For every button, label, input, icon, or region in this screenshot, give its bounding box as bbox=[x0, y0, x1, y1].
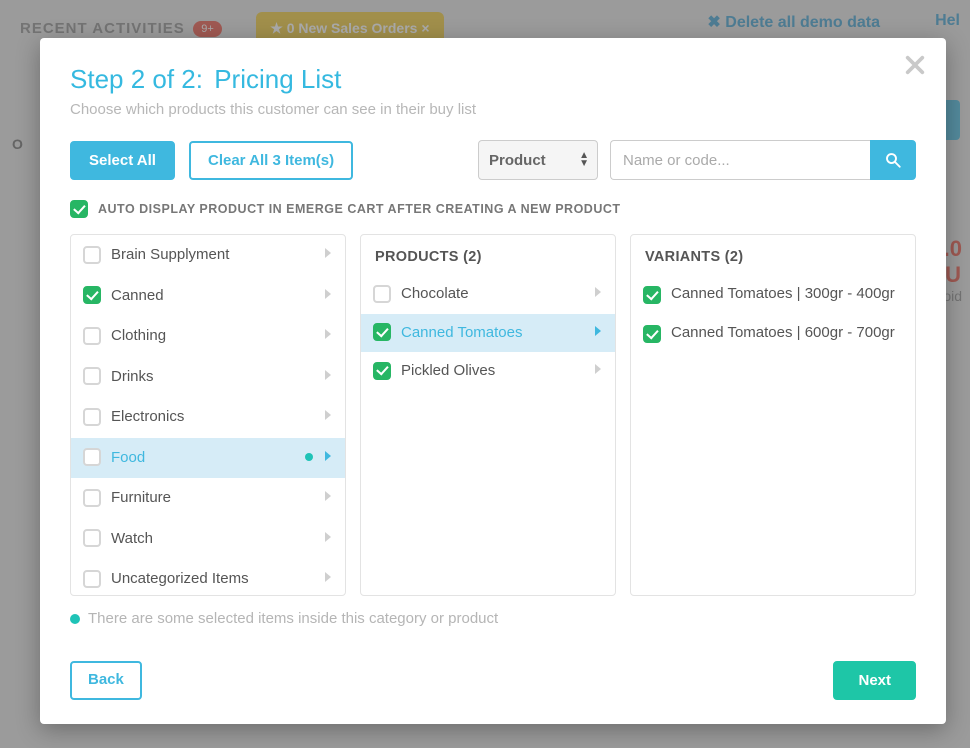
category-checkbox[interactable] bbox=[83, 327, 101, 345]
product-label: Pickled Olives bbox=[401, 361, 583, 381]
category-checkbox[interactable] bbox=[83, 448, 101, 466]
step-prefix: Step 2 of 2: bbox=[70, 64, 203, 94]
category-row[interactable]: Clothing bbox=[71, 316, 345, 357]
variant-row[interactable]: Canned Tomatoes | 300gr - 400gr bbox=[631, 275, 915, 314]
category-row[interactable]: Furniture bbox=[71, 478, 345, 519]
product-label: Canned Tomatoes bbox=[401, 323, 583, 343]
chevron-right-icon bbox=[323, 287, 333, 304]
variant-checkbox[interactable] bbox=[643, 325, 661, 343]
category-row[interactable]: Food bbox=[71, 438, 345, 479]
variants-column: VARIANTS (2) Canned Tomatoes | 300gr - 4… bbox=[630, 234, 916, 596]
variant-row[interactable]: Canned Tomatoes | 600gr - 700gr bbox=[631, 314, 915, 353]
search-input[interactable] bbox=[610, 140, 870, 180]
product-checkbox[interactable] bbox=[373, 285, 391, 303]
legend-text: There are some selected items inside thi… bbox=[88, 610, 498, 627]
chevron-right-icon bbox=[323, 368, 333, 385]
variant-label: Canned Tomatoes | 300gr - 400gr bbox=[671, 284, 895, 304]
category-checkbox[interactable] bbox=[83, 489, 101, 507]
category-checkbox[interactable] bbox=[83, 286, 101, 304]
modal-subtitle: Choose which products this customer can … bbox=[70, 101, 916, 118]
category-row[interactable]: Brain Supplyment bbox=[71, 235, 345, 276]
category-label: Furniture bbox=[111, 488, 313, 508]
category-checkbox[interactable] bbox=[83, 408, 101, 426]
chevron-right-icon bbox=[323, 246, 333, 263]
pricing-list-modal: Step 2 of 2: Pricing List Choose which p… bbox=[40, 38, 946, 724]
close-icon[interactable] bbox=[904, 54, 926, 81]
products-header: PRODUCTS (2) bbox=[361, 235, 615, 275]
legend-dot-icon bbox=[70, 614, 80, 624]
clear-all-button[interactable]: Clear All 3 Item(s) bbox=[189, 141, 353, 180]
category-label: Drinks bbox=[111, 367, 313, 387]
category-checkbox[interactable] bbox=[83, 529, 101, 547]
modal-title: Step 2 of 2: Pricing List bbox=[70, 64, 916, 95]
legend-note: There are some selected items inside thi… bbox=[70, 610, 916, 627]
back-button[interactable]: Back bbox=[70, 661, 142, 700]
variant-checkbox[interactable] bbox=[643, 286, 661, 304]
chevron-right-icon bbox=[593, 285, 603, 302]
product-label: Chocolate bbox=[401, 284, 583, 304]
product-row[interactable]: Pickled Olives bbox=[361, 352, 615, 391]
category-checkbox[interactable] bbox=[83, 570, 101, 588]
category-label: Watch bbox=[111, 529, 313, 549]
category-row[interactable]: Electronics bbox=[71, 397, 345, 438]
search-icon bbox=[884, 151, 902, 169]
category-label: Food bbox=[111, 448, 291, 468]
has-selection-dot-icon bbox=[305, 453, 313, 461]
product-row[interactable]: Canned Tomatoes bbox=[361, 314, 615, 353]
chevron-right-icon bbox=[593, 362, 603, 379]
category-label: Clothing bbox=[111, 326, 313, 346]
filter-type-select[interactable]: Product ▲▼ bbox=[478, 140, 598, 180]
category-label: Brain Supplyment bbox=[111, 245, 313, 265]
chevron-right-icon bbox=[323, 570, 333, 587]
next-button[interactable]: Next bbox=[833, 661, 916, 700]
category-label: Canned bbox=[111, 286, 313, 306]
category-row[interactable]: Drinks bbox=[71, 357, 345, 398]
chevron-right-icon bbox=[323, 327, 333, 344]
chevron-right-icon bbox=[593, 324, 603, 341]
products-column: PRODUCTS (2) Chocolate Canned Tomatoes Pic… bbox=[360, 234, 616, 596]
chevron-right-icon bbox=[323, 449, 333, 466]
category-row[interactable]: Uncategorized Items bbox=[71, 559, 345, 595]
select-all-button[interactable]: Select All bbox=[70, 141, 175, 180]
category-label: Electronics bbox=[111, 407, 313, 427]
search-button[interactable] bbox=[870, 140, 916, 180]
product-checkbox[interactable] bbox=[373, 323, 391, 341]
categories-column: Brain Supplyment Canned Clothing Drinks Elec… bbox=[70, 234, 346, 596]
select-caret-icon: ▲▼ bbox=[579, 152, 589, 168]
category-checkbox[interactable] bbox=[83, 246, 101, 264]
chevron-right-icon bbox=[323, 530, 333, 547]
auto-display-label: AUTO DISPLAY PRODUCT IN EMERGE CART AFTE… bbox=[98, 202, 621, 216]
category-label: Uncategorized Items bbox=[111, 569, 313, 589]
variants-header: VARIANTS (2) bbox=[631, 235, 915, 275]
category-checkbox[interactable] bbox=[83, 367, 101, 385]
category-row[interactable]: Watch bbox=[71, 519, 345, 560]
product-row[interactable]: Chocolate bbox=[361, 275, 615, 314]
category-row[interactable]: Canned bbox=[71, 276, 345, 317]
variant-label: Canned Tomatoes | 600gr - 700gr bbox=[671, 323, 895, 343]
chevron-right-icon bbox=[323, 408, 333, 425]
chevron-right-icon bbox=[323, 489, 333, 506]
filter-type-value: Product bbox=[489, 152, 546, 169]
auto-display-checkbox[interactable] bbox=[70, 200, 88, 218]
product-checkbox[interactable] bbox=[373, 362, 391, 380]
title-text: Pricing List bbox=[214, 64, 341, 94]
